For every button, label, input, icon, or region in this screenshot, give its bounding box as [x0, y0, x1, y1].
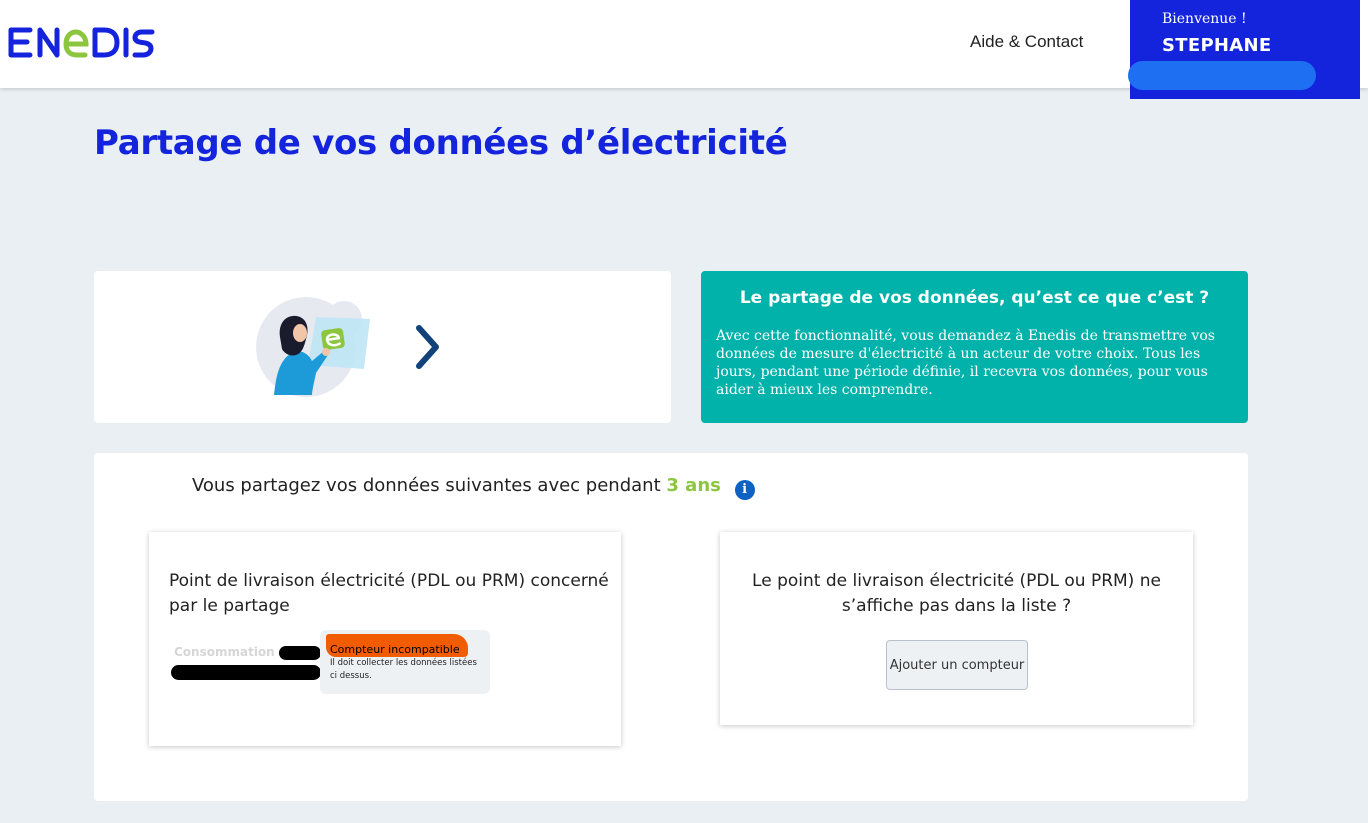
enedis-logo[interactable]: [8, 24, 158, 60]
add-meter-card-title: Le point de livraison électricité (PDL o…: [752, 571, 1161, 616]
add-meter-button[interactable]: Ajouter un compteur: [886, 640, 1028, 690]
share-sentence: Vous partagez vos données suivantes avec…: [192, 475, 755, 500]
top-header: Aide & Contact Bienvenue ! STEPHANE: [0, 0, 1368, 99]
meter-status-title: Compteur incompatible: [330, 643, 460, 656]
info-icon[interactable]: i: [734, 480, 755, 500]
share-sentence-text: Vous partagez vos données suivantes avec…: [192, 475, 661, 496]
user-welcome-panel[interactable]: Bienvenue ! STEPHANE: [1128, 0, 1360, 99]
welcome-greeting: Bienvenue !: [1162, 11, 1247, 27]
info-card-text: Avec cette fonctionnalité, vous demandez…: [716, 328, 1215, 398]
help-contact-link[interactable]: Aide & Contact: [970, 32, 1083, 52]
user-name: STEPHANE: [1162, 35, 1272, 56]
meter-label: Consommation -: [174, 645, 284, 659]
redaction-mark: [1128, 61, 1316, 90]
share-duration: 3 ans: [666, 475, 721, 496]
share-panel: Vous partagez vos données suivantes avec…: [94, 453, 1248, 801]
chevron-right-icon[interactable]: [412, 323, 442, 371]
info-card-title: Le partage de vos données, qu’est ce que…: [739, 288, 1210, 308]
add-meter-card: Le point de livraison électricité (PDL o…: [720, 532, 1193, 725]
pdl-card: Point de livraison électricité (PDL ou P…: [149, 532, 621, 746]
meter-status-text: Il doit collecter les données listées ci…: [330, 658, 477, 681]
info-card: Le partage de vos données, qu’est ce que…: [701, 271, 1248, 423]
page-title: Partage de vos données d’électricité: [94, 123, 788, 163]
woman-tablet-illustration: [256, 297, 370, 397]
meter-status-box: Compteur incompatible Il doit collecter …: [320, 630, 490, 694]
illustration-card: [94, 271, 671, 423]
redaction-mark: [171, 665, 321, 680]
pdl-card-title: Point de livraison électricité (PDL ou P…: [169, 571, 609, 616]
redaction-mark: [279, 646, 321, 660]
